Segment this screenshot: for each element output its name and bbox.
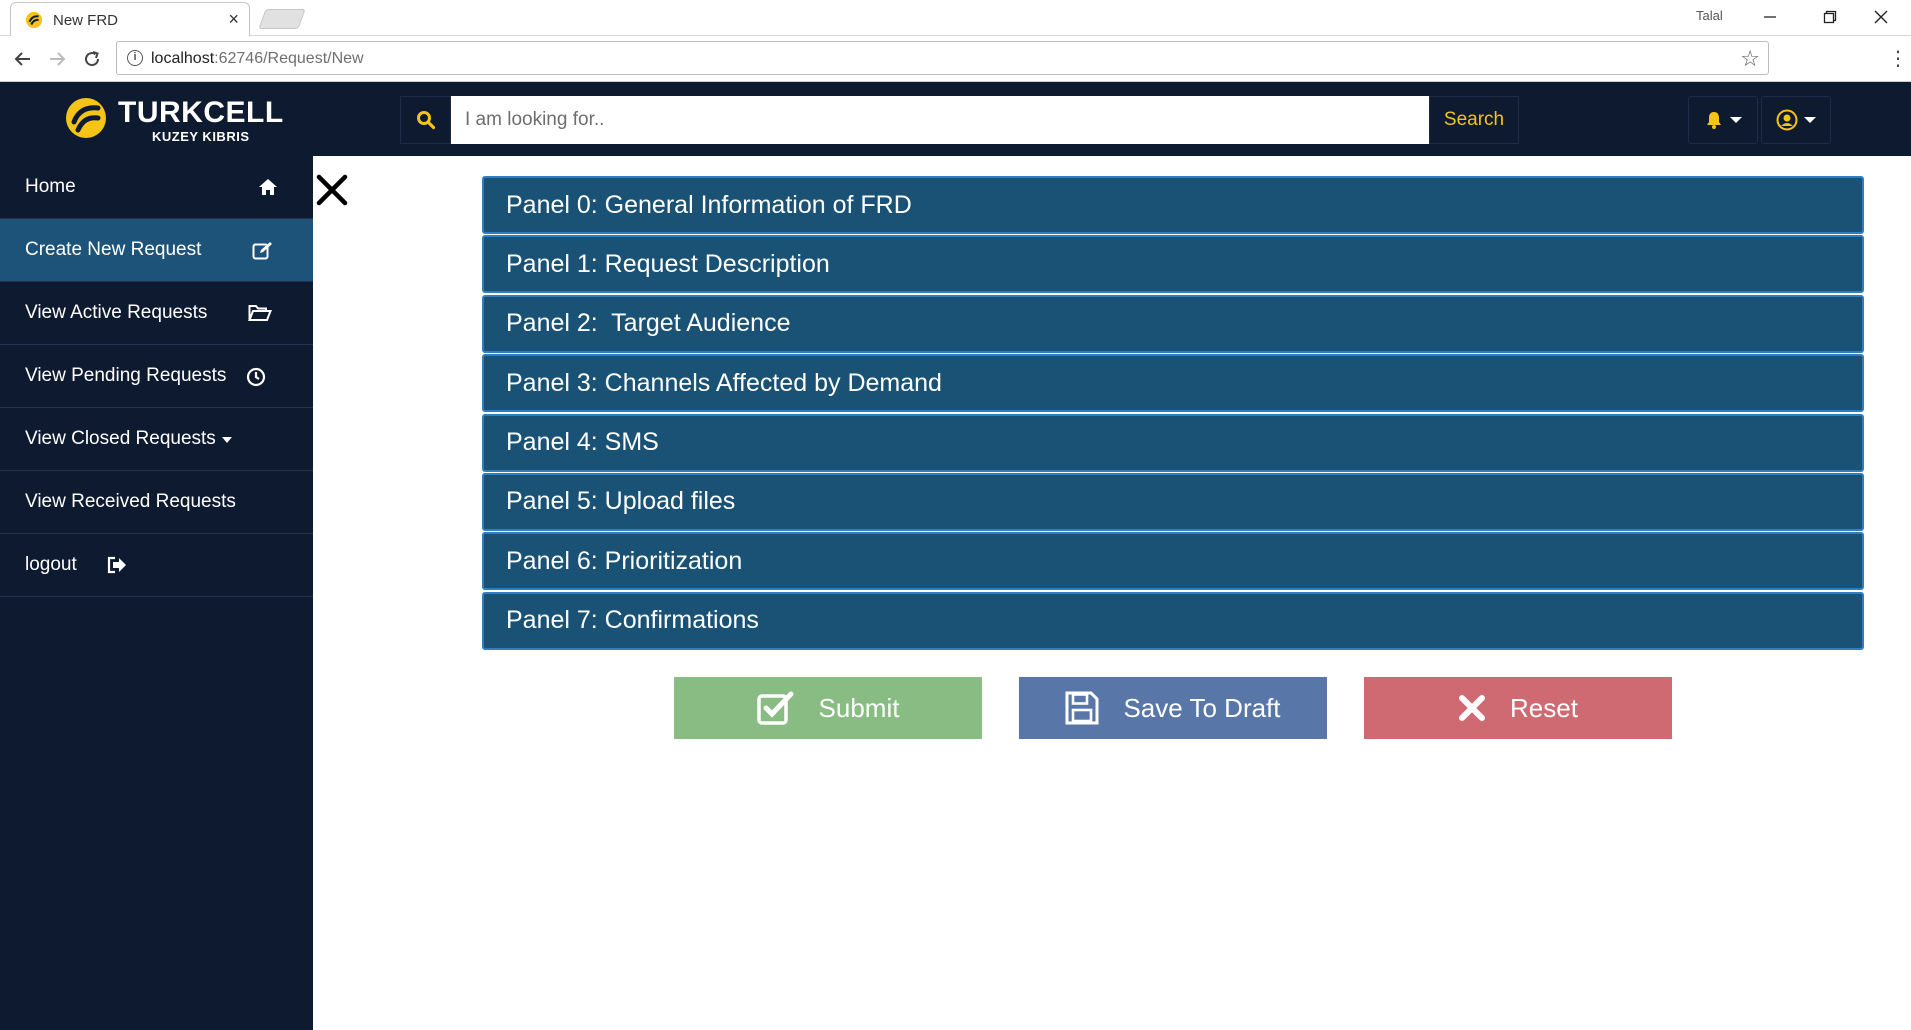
check-square-icon [756, 691, 795, 725]
sidebar-item-logout[interactable]: logout [0, 534, 313, 597]
sidebar-item-view-closed-requests[interactable]: View Closed Requests [0, 408, 313, 471]
chevron-down-icon [1730, 117, 1742, 123]
turkcell-favicon-icon [25, 11, 43, 29]
notifications-dropdown[interactable] [1688, 96, 1758, 144]
reset-label: Reset [1510, 692, 1578, 723]
reset-button[interactable]: Reset [1364, 677, 1672, 739]
browser-menu-icon[interactable]: ⋮ [1888, 46, 1908, 71]
save-to-draft-label: Save To Draft [1123, 692, 1281, 723]
panel-4-header[interactable]: Panel 4: SMS [482, 413, 1864, 472]
browser-tab[interactable]: New FRD × [10, 2, 250, 36]
turkcell-logo-icon [66, 98, 106, 138]
sidebar-item-label: logout [25, 554, 77, 575]
sidebar-item-create-new-request[interactable]: Create New Request [0, 219, 313, 282]
window-close-icon[interactable] [1851, 0, 1911, 34]
floppy-disk-icon [1065, 691, 1099, 725]
search-icon [400, 96, 451, 144]
turkcell-logo[interactable]: TURKCELL KUZEY KIBRIS [64, 92, 283, 146]
sidebar-item-view-pending-requests[interactable]: View Pending Requests [0, 345, 313, 408]
panel-3-header[interactable]: Panel 3: Channels Affected by Demand [482, 354, 1864, 413]
sidebar-item-home[interactable]: Home [0, 156, 313, 219]
edit-icon [252, 241, 274, 261]
search-input[interactable] [451, 96, 1429, 144]
panel-0-header[interactable]: Panel 0: General Information of FRD [482, 176, 1864, 234]
sidebar: Home Create New Request View Active Requ… [0, 156, 313, 1030]
sidebar-item-view-active-requests[interactable]: View Active Requests [0, 282, 313, 345]
minimize-icon[interactable] [1740, 0, 1800, 34]
info-icon[interactable]: i [127, 50, 143, 66]
tab-close-icon[interactable]: × [228, 9, 239, 30]
times-icon [1458, 694, 1486, 722]
logo-text: TURKCELL [118, 96, 284, 129]
search-button[interactable]: Search [1429, 96, 1519, 144]
sidebar-item-label: View Received Requests [25, 491, 236, 512]
submit-button[interactable]: Submit [674, 677, 982, 739]
close-icon[interactable] [314, 172, 350, 208]
panel-2-header[interactable]: Panel 2: Target Audience [482, 294, 1864, 353]
forward-arrow-icon[interactable] [42, 44, 72, 74]
folder-open-icon [248, 304, 272, 322]
sidebar-item-view-received-requests[interactable]: View Received Requests [0, 471, 313, 534]
clock-icon [246, 367, 266, 387]
new-tab-button[interactable] [258, 9, 306, 29]
sidebar-item-label: View Closed Requests [25, 428, 216, 449]
home-icon [258, 178, 278, 196]
user-circle-icon [1776, 109, 1798, 131]
panel-5-header[interactable]: Panel 5: Upload files [482, 472, 1864, 531]
browser-toolbar: i localhost:62746/Request/New ☆ ⋮ [0, 36, 1911, 82]
caret-down-icon [221, 437, 232, 443]
bell-icon [1707, 112, 1721, 129]
sign-out-icon [107, 556, 127, 574]
panel-6-header[interactable]: Panel 6: Prioritization [482, 532, 1864, 591]
save-to-draft-button[interactable]: Save To Draft [1019, 677, 1327, 739]
browser-profile-name[interactable]: Talal [1696, 8, 1723, 23]
panel-accordion: Panel 0: General Information of FRD Pane… [482, 176, 1864, 651]
submit-label: Submit [818, 692, 900, 723]
sidebar-item-label: Home [25, 176, 76, 197]
sidebar-item-label: View Active Requests [25, 302, 208, 323]
sidebar-item-label: View Pending Requests [25, 365, 227, 386]
address-bar[interactable]: i localhost:62746/Request/New ☆ [116, 41, 1769, 75]
browser-tabstrip: New FRD × Talal [0, 0, 1911, 36]
logo-subtitle: KUZEY KIBRIS [152, 129, 250, 144]
address-url: localhost:62746/Request/New [151, 50, 364, 67]
bookmark-star-icon[interactable]: ☆ [1740, 46, 1760, 72]
panel-7-header[interactable]: Panel 7: Confirmations [482, 591, 1864, 650]
search-bar: Search [400, 96, 1519, 144]
tab-title: New FRD [53, 12, 119, 29]
user-dropdown[interactable] [1761, 96, 1831, 144]
back-arrow-icon[interactable] [8, 44, 38, 74]
app-header: TURKCELL KUZEY KIBRIS Search [0, 82, 1911, 156]
sidebar-item-label: Create New Request [25, 239, 202, 260]
reload-icon[interactable] [77, 44, 107, 74]
chevron-down-icon [1804, 117, 1816, 123]
panel-1-header[interactable]: Panel 1: Request Description [482, 235, 1864, 294]
